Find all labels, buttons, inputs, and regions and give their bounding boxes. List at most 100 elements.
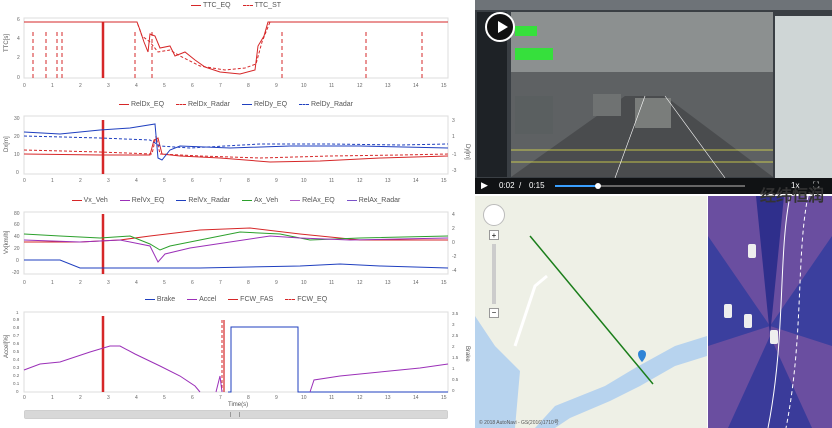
legend-ttc-st: TTC_ST — [254, 2, 282, 9]
map-panel[interactable]: + − © 2018 AutoNavi - GS(2016)1710号 — [475, 196, 707, 428]
x-tick: 12 — [357, 395, 363, 401]
y-tick: 20 — [14, 134, 20, 140]
y-tick: 6 — [17, 17, 20, 23]
y-tick: 0.4 — [13, 357, 20, 362]
play-icon[interactable] — [485, 12, 515, 42]
x-tick: 10 — [301, 178, 307, 184]
legend-vx-veh: Vx_Veh — [83, 197, 108, 204]
y-tick-right: 2.5 — [452, 333, 459, 338]
y-tick: 0.8 — [13, 325, 20, 330]
y-tick-right: 1 — [452, 134, 455, 140]
x-tick: 7 — [219, 280, 222, 286]
y-tick: 60 — [14, 222, 20, 228]
y-tick-right: 0 — [452, 240, 455, 246]
x-tick: 10 — [301, 280, 307, 286]
chart3-velocity: Vx[km/h] -20 0 20 40 60 80 -4 -2 0 2 4 0… — [4, 211, 457, 286]
y-tick: 0.9 — [13, 317, 20, 322]
y-tick-right: -2 — [452, 254, 457, 260]
x-tick: 5 — [163, 395, 166, 401]
x-tick: 12 — [357, 280, 363, 286]
x-tick: 5 — [163, 178, 166, 184]
x-tick: 10 — [301, 395, 307, 401]
x-tick: 9 — [275, 280, 278, 286]
chart3-ylabel-left: Vx[km/h] — [4, 230, 10, 254]
legend-ax-veh: Ax_Veh — [253, 197, 279, 204]
x-tick: 13 — [385, 178, 391, 184]
video-player[interactable]: ▶ 0:02 / 0:15 1x ⛶ — [475, 0, 832, 194]
y-tick: 30 — [14, 116, 20, 122]
chart4-ylabel-left: Accel[%] — [4, 334, 10, 358]
zoom-in-button[interactable]: + — [489, 230, 499, 240]
chart1-xticks: 0 1 2 3 4 5 6 7 8 9 10 11 12 13 14 15 — [23, 83, 447, 89]
y-tick: 0.3 — [13, 365, 20, 370]
chart4-ylabel-right: Brake — [464, 346, 470, 362]
y-tick-right: 3 — [452, 118, 455, 124]
x-tick: 4 — [135, 280, 138, 286]
x-tick: 15 — [441, 395, 447, 401]
pan-control-icon[interactable] — [483, 204, 505, 226]
elapsed-time: 0:02 — [499, 181, 515, 190]
chart1-yticks: 0 2 4 6 — [17, 17, 20, 81]
x-tick: 10 — [301, 83, 307, 89]
x-tick: 0 — [23, 178, 26, 184]
x-tick: 6 — [191, 178, 194, 184]
x-tick: 11 — [329, 280, 334, 286]
legend-relax-radar: RelAx_Radar — [358, 197, 401, 204]
y-tick: -20 — [12, 270, 19, 276]
chart2-ylabel-right: Dy[m] — [464, 144, 470, 160]
chart1-ylabel: TTC[s] — [4, 34, 10, 52]
scrollbar-grip[interactable] — [230, 412, 240, 417]
x-tick: 4 — [135, 178, 138, 184]
x-tick: 5 — [163, 83, 166, 89]
x-tick: 0 — [23, 280, 26, 286]
x-tick: 3 — [107, 280, 110, 286]
y-tick-right: 3 — [452, 322, 455, 327]
chart1-legend: TTC_EQ TTC_ST — [0, 2, 472, 9]
y-tick-right: 0.5 — [452, 377, 459, 382]
x-tick: 2 — [79, 178, 82, 184]
duration: 0:15 — [529, 181, 545, 190]
x-tick: 11 — [329, 178, 334, 184]
legend-relax-eq: RelAx_EQ — [302, 197, 335, 204]
y-tick: 0.5 — [13, 349, 20, 354]
chart2-distance: Dx[m] Dy[m] 0 10 20 30 -3 -1 1 3 0 1 2 3… — [4, 115, 470, 184]
legend-fcw-fas: FCW_FAS — [240, 296, 274, 303]
y-tick-right: -3 — [452, 168, 457, 174]
x-tick: 9 — [275, 83, 278, 89]
x-tick: 2 — [79, 395, 82, 401]
x-tick: 8 — [247, 395, 250, 401]
map-copyright: © 2018 AutoNavi - GS(2016)1710号 — [479, 420, 559, 426]
time-separator: / — [519, 181, 522, 190]
x-tick: 9 — [275, 178, 278, 184]
y-tick-right: 2 — [452, 226, 455, 232]
x-tick: 14 — [413, 83, 419, 89]
x-tick: 1 — [51, 178, 54, 184]
x-tick: 8 — [247, 280, 250, 286]
x-tick: 13 — [385, 395, 391, 401]
x-tick: 2 — [79, 83, 82, 89]
y-tick-right: -4 — [452, 268, 457, 274]
zoom-slider[interactable] — [492, 244, 496, 304]
x-tick: 3 — [107, 178, 110, 184]
x-tick: 6 — [191, 83, 194, 89]
chart4-legend: Brake Accel FCW_FAS FCW_EQ — [0, 296, 472, 303]
y-tick: 0 — [17, 75, 20, 81]
y-tick-right: 1.5 — [452, 355, 459, 360]
play-pause-icon[interactable]: ▶ — [481, 180, 488, 191]
seek-bar[interactable] — [555, 183, 745, 189]
legend-relvx-eq: RelVx_EQ — [131, 197, 165, 204]
y-tick: 40 — [14, 234, 20, 240]
zoom-out-button[interactable]: − — [489, 308, 499, 318]
time-range-scrollbar[interactable] — [24, 410, 448, 419]
x-tick: 2 — [79, 280, 82, 286]
x-tick: 0 — [23, 395, 26, 401]
y-tick-right: 4 — [452, 212, 455, 218]
x-tick: 8 — [247, 178, 250, 184]
x-tick: 8 — [247, 83, 250, 89]
radar-view — [708, 196, 832, 428]
x-tick: 5 — [163, 280, 166, 286]
y-tick-right: 1 — [452, 366, 455, 371]
legend-reldx-eq: RelDx_EQ — [130, 101, 165, 108]
y-tick-right: 3.5 — [452, 311, 459, 316]
y-tick-right: 2 — [452, 344, 455, 349]
